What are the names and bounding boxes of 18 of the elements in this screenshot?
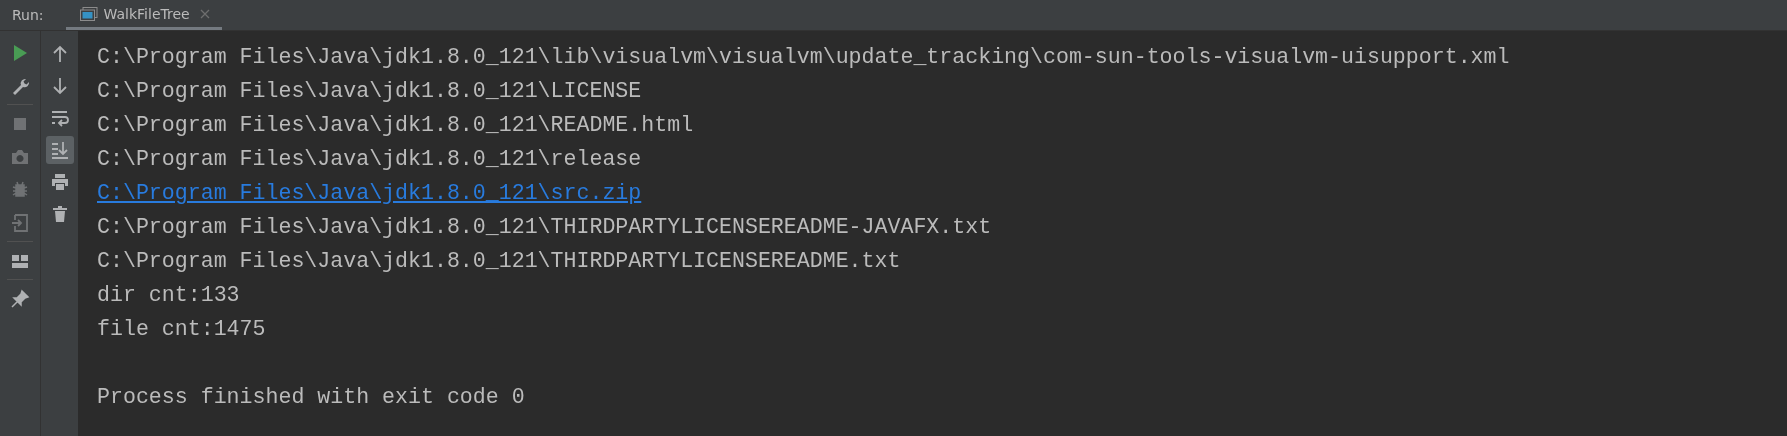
file-link[interactable]: C:\Program Files\Java\jdk1.8.0_121\src.zip [97, 181, 642, 205]
pin-icon[interactable] [10, 288, 30, 309]
console-line: C:\Program Files\Java\jdk1.8.0_121\LICENSE [97, 78, 643, 105]
console-line: C:\Program Files\Java\jdk1.8.0_121\THIRDPARTYLICENSEREADME-JAVAFX.txt [97, 214, 993, 241]
console-line: C:\Program Files\Java\jdk1.8.0_121\THIRDPARTYLICENSEREADME.txt [97, 248, 902, 275]
run-tab[interactable]: WalkFileTree [65, 0, 222, 30]
console-line: file cnt:1475 [97, 316, 267, 343]
scroll-to-end-icon [49, 140, 70, 160]
panel-label: Run: [11, 6, 45, 25]
printer-icon [49, 172, 70, 192]
scroll-to-end-button[interactable] [45, 136, 74, 164]
window-icon [79, 6, 98, 21]
console-line: C:\Program Files\Java\jdk1.8.0_121\release [97, 146, 643, 173]
console-line: C:\Program Files\Java\jdk1.8.0_121\README.html [97, 112, 695, 139]
console-line: Process finished with exit code 0 [97, 384, 526, 411]
console-line: dir cnt:133 [97, 282, 241, 309]
console-line: C:\Program Files\Java\jdk1.8.0_121\lib\visualvm\visualvm\update_tracking\com-sun-tools-visualvm-uisupport.xml [97, 44, 1511, 71]
soft-wrap-icon [49, 108, 70, 128]
